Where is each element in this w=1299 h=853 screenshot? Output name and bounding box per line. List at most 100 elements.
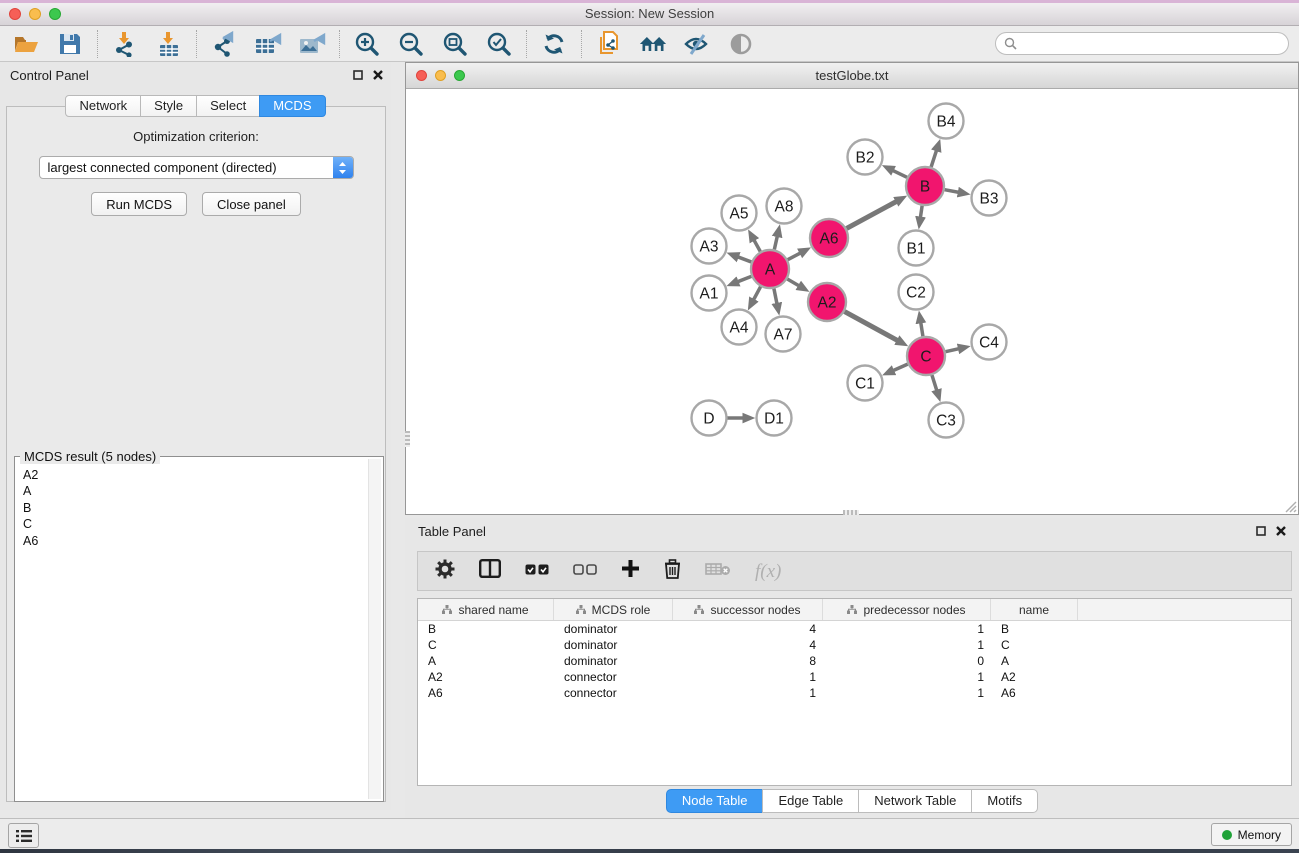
table-row[interactable]: A6connector11A6: [418, 685, 1291, 701]
memory-button[interactable]: Memory: [1211, 823, 1292, 846]
open-session-icon[interactable]: [12, 30, 40, 58]
graph-edge-A-A5[interactable]: [753, 238, 761, 252]
graph-edge-A-A1[interactable]: [736, 276, 752, 282]
table-cell: 1: [673, 670, 823, 684]
close-panel-icon[interactable]: [373, 70, 383, 80]
run-mcds-button[interactable]: Run MCDS: [91, 192, 187, 216]
save-session-icon[interactable]: [56, 30, 84, 58]
table-row[interactable]: Bdominator41B: [418, 621, 1291, 637]
table-cell: 4: [673, 622, 823, 636]
delete-table-icon[interactable]: [705, 562, 731, 581]
float-panel-icon[interactable]: [1256, 526, 1266, 536]
table-row[interactable]: A2connector11A2: [418, 669, 1291, 685]
zoom-in-icon[interactable]: [353, 30, 381, 58]
graph-edge-B-B3[interactable]: [945, 190, 961, 193]
graph-edge-A-A6[interactable]: [788, 252, 803, 260]
mcds-result-list[interactable]: A2ABCA6: [17, 465, 368, 799]
column-header-predecessor-nodes[interactable]: predecessor nodes: [823, 599, 991, 620]
tab-mcds[interactable]: MCDS: [259, 95, 325, 117]
close-panel-icon[interactable]: [1276, 526, 1286, 536]
deselect-all-icon[interactable]: [573, 562, 597, 580]
export-table-icon[interactable]: [254, 30, 282, 58]
graph-edge-C-C1[interactable]: [891, 364, 908, 371]
graph-node-label-B2: B2: [856, 150, 875, 167]
frame-edge-grip[interactable]: [405, 431, 410, 447]
main-toolbar: [0, 26, 1299, 62]
graph-edge-A2-C[interactable]: [845, 312, 900, 342]
refresh-icon[interactable]: [540, 30, 568, 58]
graph-edge-C-C4[interactable]: [946, 348, 962, 351]
delete-column-icon[interactable]: [664, 559, 681, 584]
graph-edge-C-C2[interactable]: [920, 320, 923, 336]
tab-node-table[interactable]: Node Table: [666, 789, 764, 813]
graph-edge-B-B4[interactable]: [931, 148, 937, 167]
show-graphics-details-icon[interactable]: [727, 30, 755, 58]
minimize-window-button[interactable]: [29, 8, 41, 20]
column-header-mcds-role[interactable]: MCDS role: [554, 599, 673, 620]
table-row[interactable]: Cdominator41C: [418, 637, 1291, 653]
table-panel: Table Panel: [405, 518, 1299, 818]
add-column-icon[interactable]: [621, 559, 640, 583]
resize-grip-icon[interactable]: [1283, 499, 1297, 513]
frame-close-button[interactable]: [416, 70, 427, 81]
task-history-button[interactable]: [8, 823, 39, 848]
mcds-result-item[interactable]: A2: [23, 467, 362, 483]
graph-edge-A-A7[interactable]: [774, 289, 777, 306]
criterion-dropdown[interactable]: largest connected component (directed): [39, 156, 354, 179]
result-scrollbar[interactable]: [368, 459, 381, 799]
table-header-row: shared nameMCDS rolesuccessor nodesprede…: [418, 599, 1291, 621]
frame-zoom-button[interactable]: [454, 70, 465, 81]
table-row[interactable]: Adominator80A: [418, 653, 1291, 669]
function-builder-icon[interactable]: f(x): [755, 562, 781, 581]
frame-minimize-button[interactable]: [435, 70, 446, 81]
zoom-selected-icon[interactable]: [485, 30, 513, 58]
network-canvas[interactable]: B4B2BB3A5A8A6A3AB1A1A2C2A4A7CC4C1C3DD1: [406, 89, 1298, 514]
column-header-icon: [847, 605, 857, 614]
zoom-fit-icon[interactable]: [441, 30, 469, 58]
settings-gear-icon[interactable]: [435, 559, 455, 584]
graph-edge-B-B2[interactable]: [891, 169, 907, 177]
search-input[interactable]: [1022, 36, 1280, 52]
tab-network[interactable]: Network: [65, 95, 141, 117]
frame-edge-grip[interactable]: [843, 510, 859, 515]
mcds-result-item[interactable]: A: [23, 483, 362, 499]
tab-style[interactable]: Style: [140, 95, 197, 117]
zoom-window-button[interactable]: [49, 8, 61, 20]
graph-edge-A-A2[interactable]: [787, 279, 801, 287]
tab-motifs[interactable]: Motifs: [971, 789, 1038, 813]
network-graph[interactable]: B4B2BB3A5A8A6A3AB1A1A2C2A4A7CC4C1C3DD1: [406, 89, 1298, 515]
graph-edge-A-A4[interactable]: [752, 287, 760, 302]
column-header-successor-nodes[interactable]: successor nodes: [673, 599, 823, 620]
tab-edge-table[interactable]: Edge Table: [762, 789, 859, 813]
close-window-button[interactable]: [9, 8, 21, 20]
graph-edge-C-C3[interactable]: [932, 375, 938, 393]
graph-edge-A-A3[interactable]: [736, 256, 752, 262]
column-header-name[interactable]: name: [991, 599, 1078, 620]
table-cell: 4: [673, 638, 823, 652]
tab-select[interactable]: Select: [196, 95, 260, 117]
hide-graphics-details-icon[interactable]: [683, 30, 711, 58]
mcds-result-item[interactable]: C: [23, 516, 362, 532]
graph-edge-A-A8[interactable]: [774, 234, 777, 250]
graph-edge-A6-B[interactable]: [847, 200, 899, 228]
mcds-result-item[interactable]: B: [23, 500, 362, 516]
split-panel-icon[interactable]: [479, 559, 501, 583]
column-header-shared-name[interactable]: shared name: [418, 599, 554, 620]
search-field[interactable]: [995, 32, 1289, 55]
zoom-out-icon[interactable]: [397, 30, 425, 58]
float-panel-icon[interactable]: [353, 70, 363, 80]
home-icon[interactable]: [639, 30, 667, 58]
copy-network-view-icon[interactable]: [595, 30, 623, 58]
import-network-icon[interactable]: [111, 30, 139, 58]
select-all-icon[interactable]: [525, 562, 549, 580]
export-image-icon[interactable]: [298, 30, 326, 58]
close-panel-button[interactable]: Close panel: [202, 192, 301, 216]
mcds-result-item[interactable]: A6: [23, 533, 362, 549]
import-table-icon[interactable]: [155, 30, 183, 58]
column-header-icon: [576, 605, 586, 614]
export-network-icon[interactable]: [210, 30, 238, 58]
graph-edge-B-B1[interactable]: [920, 206, 922, 220]
tab-network-table[interactable]: Network Table: [858, 789, 972, 813]
graph-node-label-D1: D1: [764, 411, 784, 428]
graph-node-label-A2: A2: [818, 295, 837, 312]
